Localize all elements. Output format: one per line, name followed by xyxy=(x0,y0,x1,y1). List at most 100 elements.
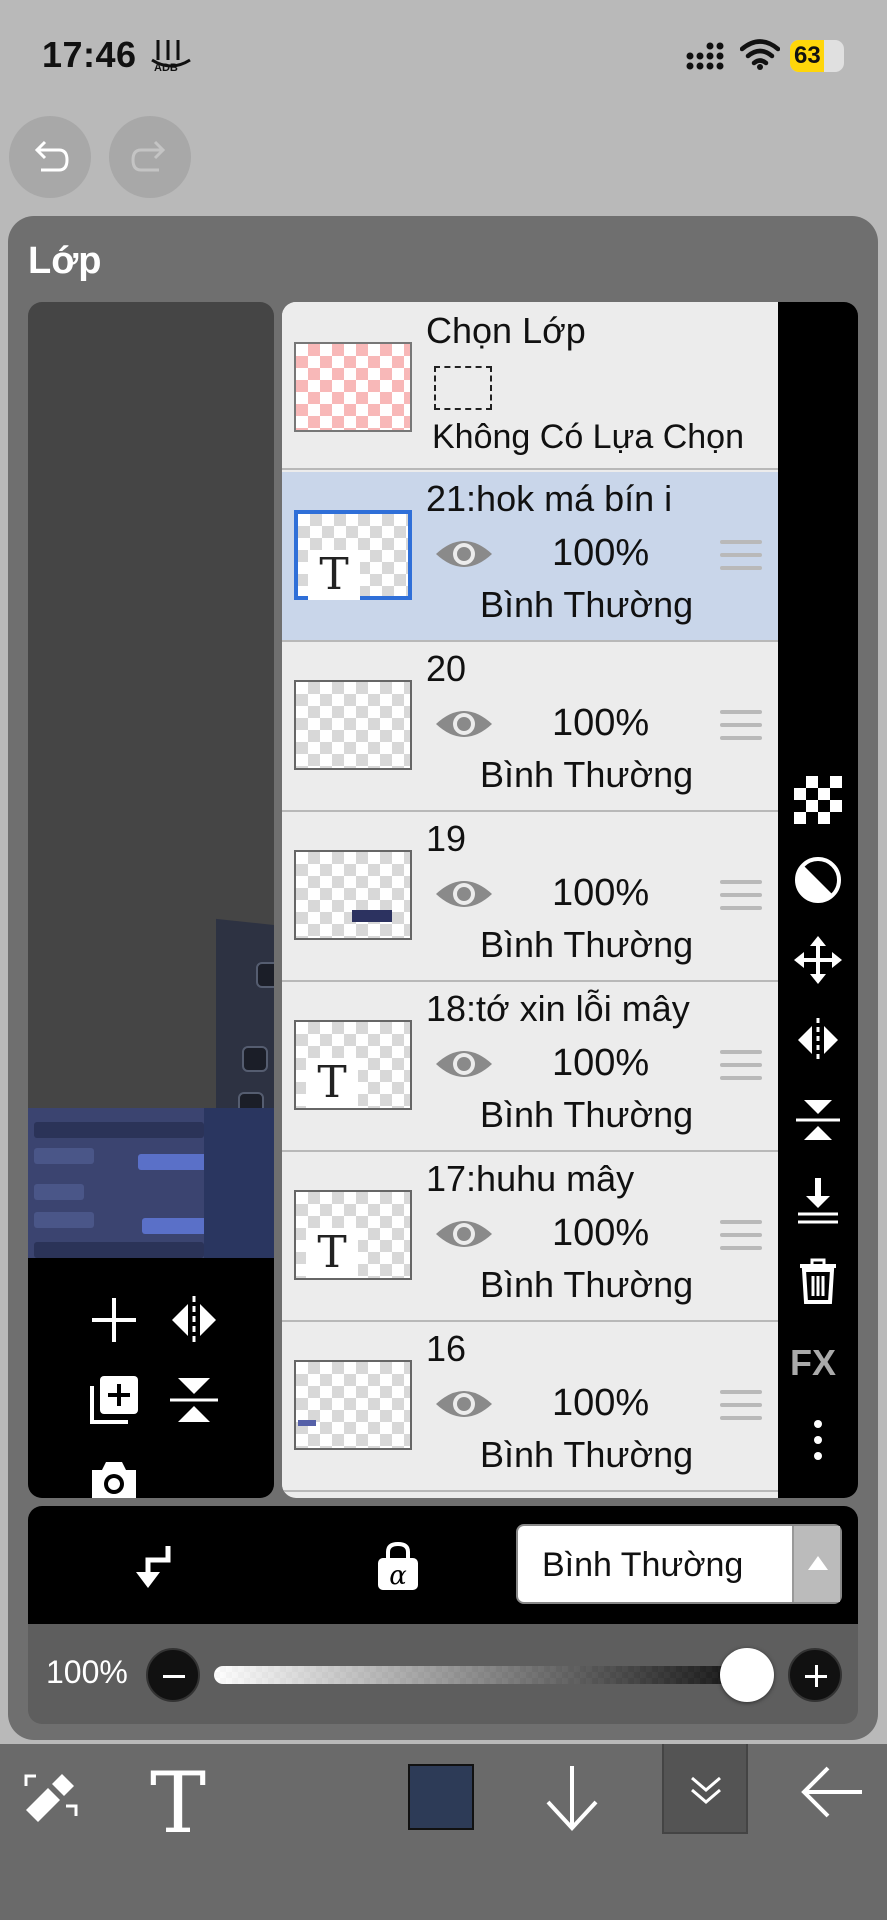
preview-image xyxy=(28,1108,274,1258)
bottom-toolbar: T xyxy=(0,1744,887,1920)
layer-row[interactable]: T 18:tớ xin lỗi mây 100% Bình Thường xyxy=(282,982,778,1152)
layer-thumbnail: T xyxy=(294,510,412,600)
chevron-up-icon xyxy=(792,1526,840,1602)
text-tool-button[interactable]: T xyxy=(150,1754,206,1852)
blend-mode-value: Bình Thường xyxy=(542,1546,744,1584)
merge-down-icon[interactable] xyxy=(794,1176,842,1224)
text-layer-icon: T xyxy=(306,1058,358,1108)
layer-content-preview xyxy=(352,910,392,922)
flip-horizontal-icon[interactable] xyxy=(794,1016,842,1064)
move-icon[interactable] xyxy=(794,936,842,984)
flip-horizontal-icon[interactable] xyxy=(166,1292,222,1348)
selection-layer-title: Chọn Lớp xyxy=(426,310,586,351)
preview-row xyxy=(34,1212,94,1228)
layer-name: 17:huhu mây xyxy=(426,1158,635,1199)
text-layer-icon: T xyxy=(306,1228,358,1278)
layer-thumbnail xyxy=(294,850,412,940)
layer-thumbnail: T xyxy=(294,1020,412,1110)
layer-thumbnail xyxy=(294,1360,412,1450)
svg-text:ADB: ADB xyxy=(154,62,178,72)
preview-artwork-dot xyxy=(242,1046,268,1072)
drag-handle-icon[interactable] xyxy=(720,540,762,570)
layer-row[interactable]: 19 100% Bình Thường xyxy=(282,812,778,982)
blend-mode-select[interactable]: Bình Thường xyxy=(516,1524,842,1604)
visibility-eye-icon[interactable] xyxy=(432,1044,496,1084)
drag-handle-icon[interactable] xyxy=(720,710,762,740)
preview-row xyxy=(138,1154,208,1170)
redo-icon xyxy=(131,140,166,172)
fx-button[interactable]: FX xyxy=(790,1342,836,1384)
drag-handle-icon[interactable] xyxy=(720,880,762,910)
layer-blend-mode: Bình Thường xyxy=(480,1434,694,1475)
transparency-grid-icon[interactable] xyxy=(794,776,842,824)
preview-row xyxy=(34,1122,204,1138)
invert-icon[interactable] xyxy=(794,856,842,904)
canvas-preview[interactable] xyxy=(28,302,274,1498)
layer-opacity: 100% xyxy=(552,1382,650,1424)
trash-icon[interactable] xyxy=(794,1256,842,1304)
drag-handle-icon[interactable] xyxy=(720,1220,762,1250)
app-notification-icon: ADB xyxy=(151,40,191,72)
opacity-bar: 100% xyxy=(28,1624,858,1724)
layer-name: 19 xyxy=(426,818,467,859)
layer-row[interactable]: T 17:huhu mây 100% Bình Thường xyxy=(282,1152,778,1322)
more-vertical-icon[interactable] xyxy=(794,1416,842,1464)
opacity-slider-handle[interactable] xyxy=(720,1648,774,1702)
preview-row xyxy=(34,1184,84,1200)
redo-button[interactable] xyxy=(109,116,191,198)
clipping-icon[interactable] xyxy=(128,1542,176,1592)
selection-layer-thumbnail xyxy=(294,342,412,432)
preview-row xyxy=(142,1218,208,1234)
undo-icon xyxy=(34,140,69,172)
opacity-increase-button[interactable] xyxy=(788,1648,842,1702)
layer-name: 18:tớ xin lỗi mây xyxy=(426,988,690,1029)
text-layer-icon: T xyxy=(308,550,360,600)
layer-blend-mode: Bình Thường xyxy=(480,754,694,795)
layer-thumbnail xyxy=(294,680,412,770)
flip-vertical-icon[interactable] xyxy=(166,1372,222,1428)
preview-row xyxy=(34,1242,204,1258)
opacity-decrease-button[interactable] xyxy=(146,1648,200,1702)
layer-blend-mode: Bình Thường xyxy=(480,1264,694,1305)
cellular-signal-icon xyxy=(686,42,724,70)
drag-handle-icon[interactable] xyxy=(720,1390,762,1420)
opacity-slider[interactable] xyxy=(214,1666,770,1684)
layer-row[interactable]: T 21:hok má bín i 100% Bình Thường xyxy=(282,472,778,642)
layer-opacity: 100% xyxy=(552,1042,650,1084)
preview-artwork-dot xyxy=(256,962,274,988)
preview-character xyxy=(204,1108,274,1258)
layer-opacity: 100% xyxy=(552,532,650,574)
visibility-eye-icon[interactable] xyxy=(432,874,496,914)
arrow-down-icon[interactable] xyxy=(542,1762,602,1834)
visibility-eye-icon[interactable] xyxy=(432,1384,496,1424)
add-layer-icon[interactable] xyxy=(86,1292,142,1348)
undo-button[interactable] xyxy=(9,116,91,198)
arrow-left-icon[interactable] xyxy=(800,1762,866,1822)
layer-thumbnail: T xyxy=(294,1190,412,1280)
layer-list: Chọn Lớp Không Có Lựa Chọn T 21:hok má bí… xyxy=(282,302,778,1498)
wifi-icon xyxy=(740,39,780,70)
flip-vertical-icon[interactable] xyxy=(794,1096,842,1144)
duplicate-layer-icon[interactable] xyxy=(86,1372,142,1428)
layer-blend-mode: Bình Thường xyxy=(480,924,694,965)
status-bar: 17:46 ADB 63 xyxy=(0,0,887,110)
drag-handle-icon[interactable] xyxy=(720,1050,762,1080)
layer-opacity: 100% xyxy=(552,872,650,914)
layer-row[interactable]: 20 100% Bình Thường xyxy=(282,642,778,812)
layer-name: 16 xyxy=(426,1328,467,1369)
transform-tool-icon[interactable] xyxy=(18,1766,84,1832)
layer-options-bar: α Bình Thường xyxy=(28,1506,858,1624)
selection-marquee-icon xyxy=(434,366,492,410)
visibility-eye-icon[interactable] xyxy=(432,704,496,744)
layer-name: 21:hok má bín i xyxy=(426,478,673,519)
selection-layer-row[interactable]: Chọn Lớp Không Có Lựa Chọn xyxy=(282,302,778,470)
layer-content-preview xyxy=(298,1420,316,1426)
more-tools-button[interactable] xyxy=(662,1744,748,1834)
camera-icon[interactable] xyxy=(86,1452,142,1498)
visibility-eye-icon[interactable] xyxy=(432,534,496,574)
alpha-lock-icon[interactable]: α xyxy=(374,1540,422,1592)
layer-blend-mode: Bình Thường xyxy=(480,1094,694,1135)
color-swatch[interactable] xyxy=(408,1764,474,1830)
visibility-eye-icon[interactable] xyxy=(432,1214,496,1254)
layer-row[interactable]: 16 100% Bình Thường xyxy=(282,1322,778,1492)
